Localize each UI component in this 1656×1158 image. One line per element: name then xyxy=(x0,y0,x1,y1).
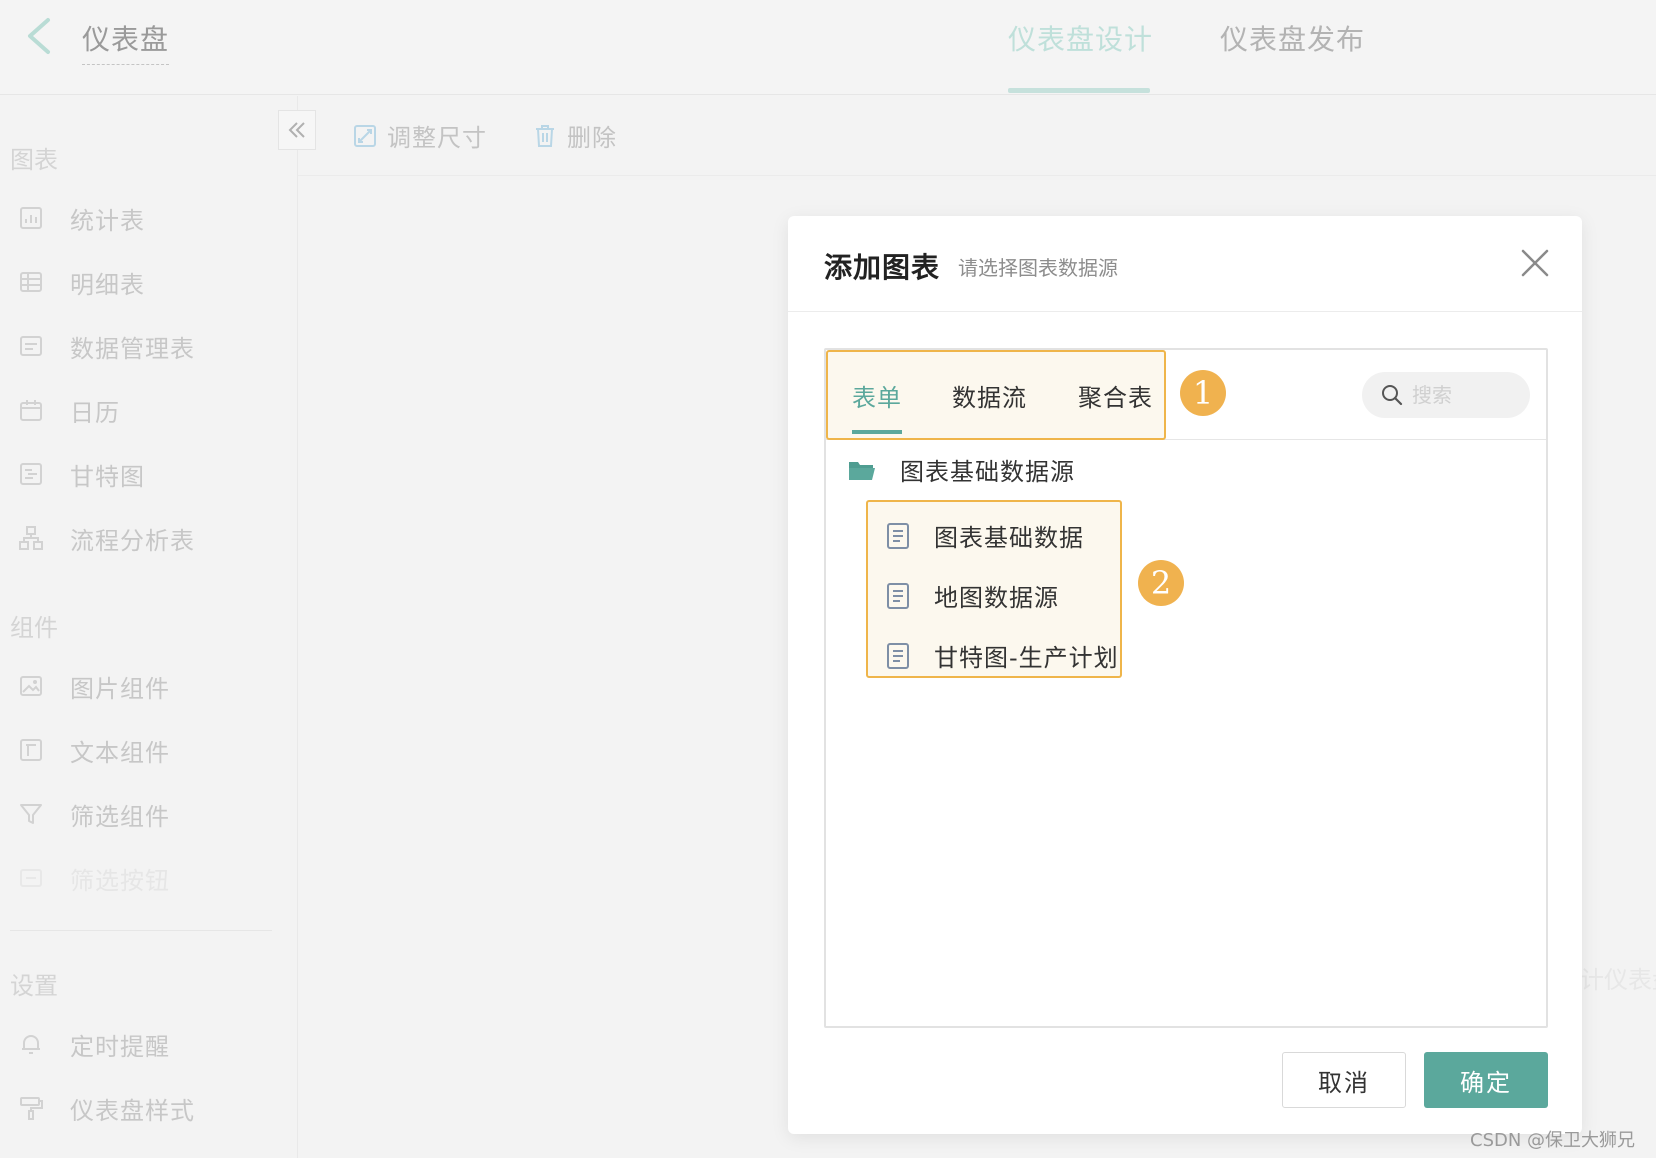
data-manage-icon xyxy=(20,336,42,356)
sidebar-item-label: 定时提醒 xyxy=(70,1032,170,1061)
tab-dashboard-design[interactable]: 仪表盘设计 xyxy=(1008,18,1153,58)
delete-label: 删除 xyxy=(567,124,617,152)
canvas-hint-text: 计仪表盘 xyxy=(1580,966,1656,994)
top-header: 仪表盘 仪表盘设计 仪表盘发布 xyxy=(0,0,1656,95)
search-input[interactable] xyxy=(1412,383,1522,407)
sidebar-item-label: 流程分析表 xyxy=(70,526,195,555)
sidebar-item-filter-button[interactable]: 筛选按钮 xyxy=(18,858,278,898)
sidebar-item-dashboard-style[interactable]: 仪表盘样式 xyxy=(18,1088,278,1128)
app-title[interactable]: 仪表盘 xyxy=(82,18,170,65)
file-item[interactable]: 图表基础数据 xyxy=(886,518,1084,553)
sidebar-item-label: 文本组件 xyxy=(70,738,170,767)
sidebar-item-detail-table[interactable]: 明细表 xyxy=(18,262,278,302)
sidebar-item-label: 筛选组件 xyxy=(70,802,170,831)
sidebar-item-stat-table[interactable]: 统计表 xyxy=(18,198,278,238)
sidebar-group-settings: 设置 xyxy=(10,972,58,1000)
canvas-toolbar xyxy=(298,96,1656,176)
cancel-button[interactable]: 取消 xyxy=(1282,1052,1406,1108)
trash-icon xyxy=(536,124,554,147)
document-icon xyxy=(887,582,909,609)
search-box[interactable] xyxy=(1362,372,1530,418)
filter-button-icon xyxy=(20,869,42,887)
filter-icon xyxy=(20,804,42,824)
delete-button[interactable]: 删除 xyxy=(533,118,617,153)
sidebar-group-components: 组件 xyxy=(10,614,58,642)
sidebar-item-scheduled-reminder[interactable]: 定时提醒 xyxy=(18,1024,278,1064)
file-label: 地图数据源 xyxy=(934,584,1059,612)
image-icon xyxy=(20,676,42,696)
sidebar-item-gantt[interactable]: 甘特图 xyxy=(18,454,278,494)
flow-icon xyxy=(19,526,43,550)
text-icon xyxy=(20,739,42,761)
sidebar-item-calendar[interactable]: 日历 xyxy=(18,390,278,430)
document-icon xyxy=(887,642,909,669)
tab-form[interactable]: 表单 xyxy=(852,378,902,413)
bell-icon xyxy=(22,1035,40,1054)
document-icon xyxy=(887,522,909,549)
close-icon[interactable] xyxy=(1518,246,1552,280)
step-badge-1: 1 xyxy=(1180,370,1226,416)
calendar-icon xyxy=(20,400,42,421)
resize-label: 调整尺寸 xyxy=(387,124,487,152)
sidebar-item-label: 仪表盘样式 xyxy=(70,1096,195,1125)
paint-roller-icon xyxy=(20,1097,43,1120)
sidebar-item-flow-analysis[interactable]: 流程分析表 xyxy=(18,518,278,558)
active-tab-indicator xyxy=(852,430,902,434)
sidebar-item-filter-component[interactable]: 筛选组件 xyxy=(18,794,278,834)
folder-item[interactable]: 图表基础数据源 xyxy=(848,452,1075,487)
sidebar-item-label: 甘特图 xyxy=(70,462,145,491)
stat-table-icon xyxy=(20,207,42,229)
dialog-subtitle: 请选择图表数据源 xyxy=(958,256,1118,280)
folder-label: 图表基础数据源 xyxy=(900,458,1075,486)
file-label: 甘特图-生产计划 xyxy=(934,644,1119,672)
active-tab-indicator xyxy=(1008,88,1150,93)
resize-button[interactable]: 调整尺寸 xyxy=(353,118,487,153)
sidebar-item-label: 筛选按钮 xyxy=(70,866,170,895)
file-item[interactable]: 地图数据源 xyxy=(886,578,1059,613)
file-label: 图表基础数据 xyxy=(934,524,1084,552)
confirm-button[interactable]: 确定 xyxy=(1424,1052,1548,1108)
step-badge-2: 2 xyxy=(1138,560,1184,606)
folder-open-icon xyxy=(849,461,875,480)
add-chart-dialog: 添加图表 请选择图表数据源 表单 数据流 聚合表 1 图表基础数据源 图表 xyxy=(788,216,1582,1134)
sidebar-item-image-component[interactable]: 图片组件 xyxy=(18,666,278,706)
tab-data-flow[interactable]: 数据流 xyxy=(952,378,1027,413)
tab-dashboard-publish[interactable]: 仪表盘发布 xyxy=(1220,18,1365,58)
sidebar-item-text-component[interactable]: 文本组件 xyxy=(18,730,278,770)
sidebar-item-data-manage-table[interactable]: 数据管理表 xyxy=(18,326,278,366)
sidebar-item-label: 日历 xyxy=(70,398,120,427)
search-icon xyxy=(1382,385,1403,406)
dialog-header: 添加图表 请选择图表数据源 xyxy=(788,216,1582,312)
sidebar-item-label: 明细表 xyxy=(70,270,145,299)
gantt-icon xyxy=(20,463,42,485)
sidebar-item-label: 数据管理表 xyxy=(70,334,195,363)
dialog-title: 添加图表 xyxy=(824,251,941,284)
tab-aggregate-table[interactable]: 聚合表 xyxy=(1078,378,1153,413)
resize-icon xyxy=(354,124,376,147)
file-item[interactable]: 甘特图-生产计划 xyxy=(886,638,1119,673)
detail-table-icon xyxy=(20,272,42,292)
sidebar-item-label: 统计表 xyxy=(70,206,145,235)
sidebar-item-label: 图片组件 xyxy=(70,674,170,703)
source-type-tabs: 表单 数据流 聚合表 1 xyxy=(826,350,1546,440)
sidebar-group-charts: 图表 xyxy=(10,146,58,174)
sidebar-divider xyxy=(10,930,272,931)
double-chevron-left-icon xyxy=(288,122,305,138)
back-arrow-icon[interactable] xyxy=(22,16,58,56)
watermark-text: CSDN @保卫大狮兄 xyxy=(1470,1130,1636,1151)
collapse-sidebar-button[interactable] xyxy=(278,110,316,150)
data-source-picker: 表单 数据流 聚合表 1 图表基础数据源 图表基础数据 地图数据源 甘特图-生产… xyxy=(824,348,1548,1028)
sidebar: 图表 统计表 明细表 数据管理表 日历 甘特图 流程分析表 组件 图片组件 文本… xyxy=(0,96,298,1158)
